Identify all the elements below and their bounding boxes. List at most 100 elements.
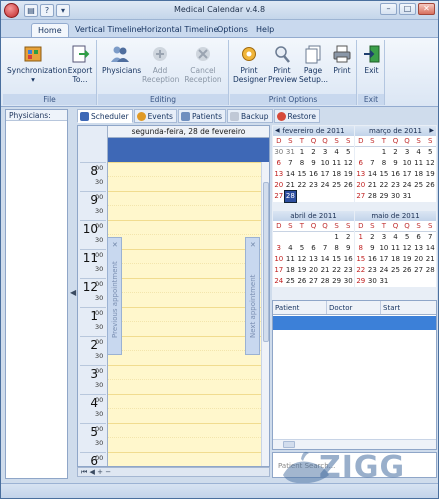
day-column[interactable] <box>108 162 261 466</box>
print-designer-button[interactable]: Print Designer <box>233 44 267 84</box>
calendar-day[interactable]: 16 <box>308 169 320 180</box>
calendar-day[interactable]: 7 <box>424 232 436 243</box>
calendar-day[interactable]: 23 <box>367 265 379 276</box>
calendar-day[interactable]: 12 <box>342 158 354 169</box>
calendar-day[interactable]: 16 <box>367 254 379 265</box>
scrollbar-thumb[interactable] <box>263 182 269 342</box>
calendar-day[interactable]: 28 <box>283 190 298 203</box>
calendar-day[interactable]: 17 <box>273 265 285 276</box>
calendar-day[interactable]: 6 <box>273 158 285 169</box>
all-day-area[interactable] <box>108 138 269 162</box>
calendar-day[interactable]: 2 <box>308 147 320 158</box>
print-preview-button[interactable]: Print Preview <box>268 44 297 84</box>
calendar-day[interactable]: 30 <box>390 191 402 202</box>
calendar-day[interactable]: 26 <box>424 180 436 191</box>
calendar-day[interactable]: 6 <box>355 158 367 169</box>
calendar-day[interactable]: 26 <box>296 276 308 287</box>
calendar-day[interactable]: 18 <box>285 265 297 276</box>
calendar-day[interactable]: 11 <box>285 254 297 265</box>
exit-button[interactable]: Exit <box>360 44 383 75</box>
calendar-day[interactable]: 21 <box>319 265 331 276</box>
calendar-day[interactable]: 1 <box>355 232 367 243</box>
calendar-day[interactable]: 21 <box>424 254 436 265</box>
calendar-day[interactable]: 3 <box>273 243 285 254</box>
tab-scheduler[interactable]: Scheduler <box>77 109 133 123</box>
export-to-button[interactable]: Export To... <box>65 44 95 84</box>
close-icon[interactable]: ✕ <box>112 241 118 249</box>
month-calendar[interactable]: abril de 2011 D S T Q Q S S 1 2 3 4 5 6 7 8 9 10 11 12 13 14 1… <box>273 211 354 287</box>
calendar-day[interactable]: 4 <box>331 147 343 158</box>
calendar-day[interactable]: 27 <box>273 191 285 202</box>
calendar-day[interactable]: 19 <box>296 265 308 276</box>
calendar-day[interactable]: 14 <box>319 254 331 265</box>
calendar-day[interactable]: 27 <box>355 191 367 202</box>
calendar-day[interactable]: 12 <box>424 158 436 169</box>
calendar-day[interactable]: 13 <box>413 243 425 254</box>
calendar-day[interactable]: 8 <box>331 243 343 254</box>
calendar-day[interactable]: 3 <box>401 147 413 158</box>
tab-events[interactable]: Events <box>133 109 177 123</box>
calendar-day[interactable]: 4 <box>390 232 402 243</box>
calendar-day[interactable]: 21 <box>367 180 379 191</box>
calendar-day[interactable]: 23 <box>342 265 354 276</box>
calendar-day[interactable]: 17 <box>378 254 390 265</box>
calendar-day[interactable]: 15 <box>355 254 367 265</box>
calendar-day[interactable]: 25 <box>413 180 425 191</box>
calendar-day[interactable]: 30 <box>342 276 354 287</box>
calendar-day[interactable]: 7 <box>367 158 379 169</box>
calendar-day[interactable]: 1 <box>331 232 343 243</box>
calendar-day[interactable]: 30 <box>367 276 379 287</box>
calendar-day[interactable]: 26 <box>401 265 413 276</box>
calendar-day[interactable]: 14 <box>424 243 436 254</box>
calendar-day[interactable]: 2 <box>367 232 379 243</box>
scheduler-navigation[interactable]: ⏮ ◀ + − <box>77 467 270 477</box>
calendar-day[interactable]: 12 <box>296 254 308 265</box>
close-icon[interactable]: ✕ <box>250 241 256 249</box>
scheduler-view[interactable]: segunda-feira, 28 de fevereiro 8 00 30 9 00 3… <box>77 125 270 467</box>
calendar-day[interactable]: 11 <box>331 158 343 169</box>
calendar-day[interactable]: 9 <box>390 158 402 169</box>
calendar-day[interactable]: 11 <box>390 243 402 254</box>
calendar-day[interactable]: 25 <box>331 180 343 191</box>
calendar-day[interactable]: 28 <box>319 276 331 287</box>
calendar-day[interactable]: 28 <box>367 191 379 202</box>
month-calendar[interactable]: fevereiro de 2011 ◀ D S T Q Q S S 30 31 1 2 3 4 5 6 7 8 9 10… <box>273 126 354 203</box>
calendar-day[interactable]: 28 <box>424 265 436 276</box>
month-calendar[interactable]: março de 2011 ▶ D S T Q Q S S 1 2 3 4 5 6 7 8 9 10 11 12 13 14… <box>355 126 436 202</box>
previous-appointment-panel[interactable]: ✕ Previous appointment <box>107 237 122 355</box>
calendar-day[interactable]: 29 <box>331 276 343 287</box>
calendar-day[interactable]: 23 <box>308 180 320 191</box>
synchronization-button[interactable]: Synchronization ▾ <box>7 44 67 84</box>
calendar-day[interactable]: 7 <box>319 243 331 254</box>
tab-home[interactable]: Home <box>31 23 69 37</box>
tab-restore[interactable]: Restore <box>273 109 320 123</box>
calendar-day[interactable]: 5 <box>424 147 436 158</box>
column-start-reception[interactable]: Start Reception <box>381 301 436 326</box>
calendar-day[interactable]: 29 <box>378 191 390 202</box>
scheduler-scrollbar[interactable] <box>261 162 269 466</box>
calendar-day[interactable]: 21 <box>285 180 297 191</box>
calendar-day[interactable]: 26 <box>342 180 354 191</box>
table-row[interactable] <box>273 316 436 330</box>
calendar-day[interactable]: 16 <box>390 169 402 180</box>
tab-patients[interactable]: Patients <box>177 109 226 123</box>
next-appointment-panel[interactable]: ✕ Next appointment <box>245 237 260 355</box>
calendar-day[interactable]: 4 <box>413 147 425 158</box>
month-calendar[interactable]: maio de 2011 D S T Q Q S S 1 2 3 4 5 6 7 8 9 10 11 12 13 14 15… <box>355 211 436 287</box>
calendar-day[interactable]: 20 <box>413 254 425 265</box>
print-button[interactable]: Print <box>330 44 354 75</box>
calendar-day[interactable]: 9 <box>367 243 379 254</box>
minimize-button[interactable]: – <box>380 3 397 15</box>
close-button[interactable]: ✕ <box>418 3 435 15</box>
calendar-day[interactable]: 1 <box>378 147 390 158</box>
calendar-day[interactable]: 24 <box>401 180 413 191</box>
calendar-day[interactable]: 3 <box>319 147 331 158</box>
calendar-day[interactable]: 12 <box>401 243 413 254</box>
maximize-button[interactable]: □ <box>399 3 416 15</box>
calendar-day[interactable]: 6 <box>413 232 425 243</box>
calendar-day[interactable]: 4 <box>285 243 297 254</box>
calendar-day[interactable]: 6 <box>308 243 320 254</box>
calendar-day[interactable]: 9 <box>308 158 320 169</box>
calendar-day[interactable]: 22 <box>296 180 308 191</box>
add-reception-button[interactable]: Add Reception <box>142 44 179 84</box>
